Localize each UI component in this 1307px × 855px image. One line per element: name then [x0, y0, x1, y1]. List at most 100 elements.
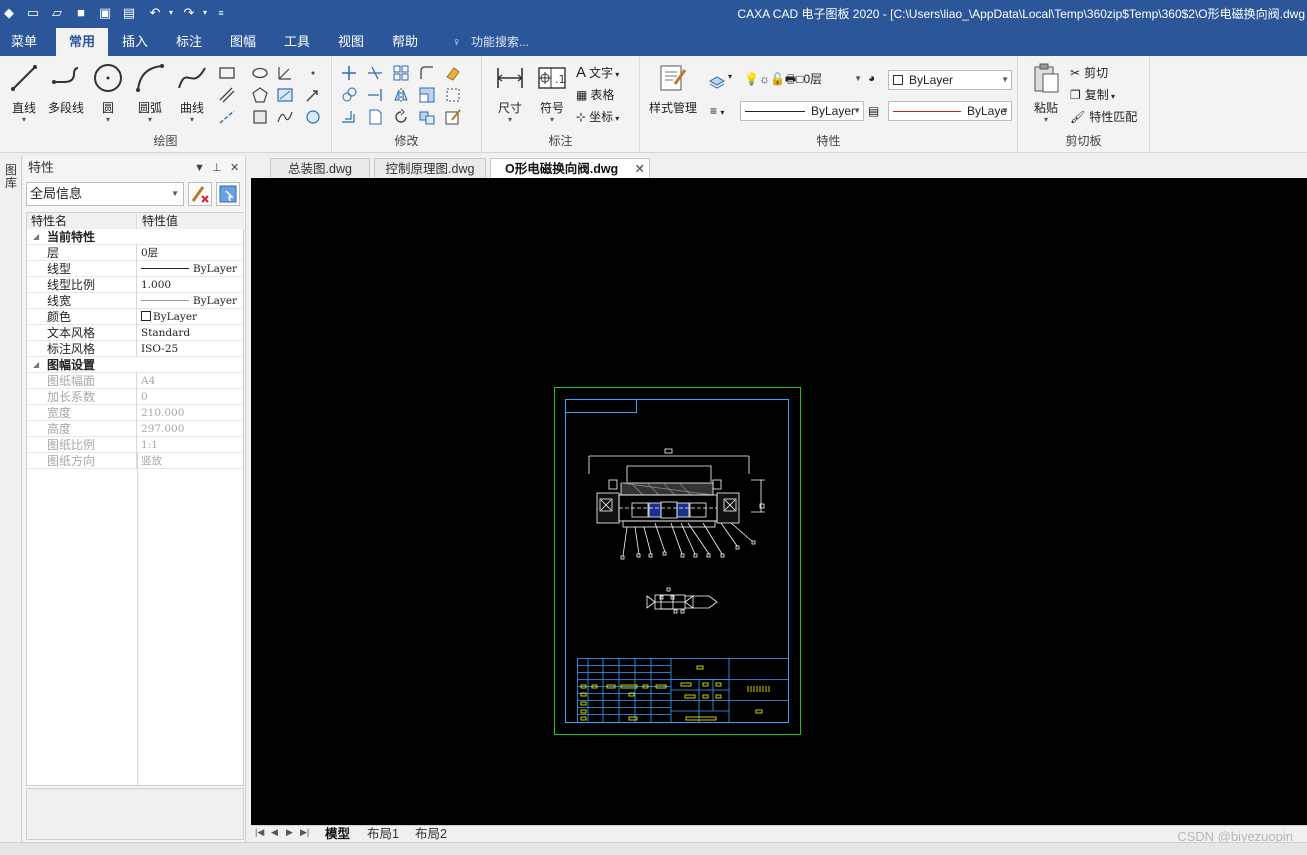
linescale-icon[interactable]: ▤ [868, 104, 879, 118]
layout-tab-model[interactable]: 模型 [325, 826, 350, 842]
rotate-icon[interactable] [392, 108, 410, 126]
next-layout-icon[interactable]: ▶ [286, 827, 293, 838]
angle-line-icon[interactable] [276, 64, 294, 82]
stretch-icon[interactable] [444, 86, 462, 104]
property-value[interactable]: 1.000 [138, 277, 244, 293]
color-wheel-icon[interactable]: ◕ [868, 71, 875, 85]
revision-cloud-icon[interactable] [304, 108, 322, 126]
new-file-icon[interactable]: ▭ [24, 3, 42, 23]
scale-icon[interactable] [418, 86, 436, 104]
property-row-layer[interactable]: 层 0层 [27, 245, 243, 261]
doc-tab-assembly[interactable]: 总装图.dwg [270, 158, 370, 178]
tab-help[interactable]: 帮助 [382, 28, 428, 56]
mirror-icon[interactable] [392, 86, 410, 104]
offset-icon[interactable] [340, 108, 358, 126]
polyline-button[interactable]: 多段线 [46, 62, 86, 115]
property-row-linetype[interactable]: 线型 ByLayer [27, 261, 243, 277]
table-tool[interactable]: ▦ 表格 [576, 86, 614, 103]
lineweight-list-icon[interactable]: ≡ ▾ [710, 104, 724, 118]
close-icon[interactable]: ✕ [635, 159, 645, 179]
section-current-properties[interactable]: ◢ 当前特性 [27, 229, 243, 245]
property-row-linetype-scale[interactable]: 线型比例 1.000 [27, 277, 243, 293]
customize-quick-access-icon[interactable]: ≡ [212, 3, 230, 23]
print-icon[interactable]: ▤ [120, 3, 138, 23]
layout-tab-layout1[interactable]: 布局1 [367, 826, 399, 842]
polygon-icon[interactable] [251, 86, 269, 104]
linetype-combo[interactable]: ByLayer ▼ [740, 101, 864, 121]
clear-selection-button[interactable] [188, 182, 212, 206]
curve-button[interactable]: 曲线 ▾ [172, 62, 212, 125]
match-properties-button[interactable]: 🖌 特性匹配 [1070, 108, 1137, 125]
section-sheet-settings[interactable]: ◢ 图幅设置 [27, 357, 243, 373]
save-icon[interactable]: ■ [72, 3, 90, 23]
property-value[interactable]: 0层 [138, 245, 244, 261]
property-value[interactable]: ByLayer [138, 309, 244, 325]
close-icon[interactable]: ✕ [230, 156, 239, 180]
property-row-dim-style[interactable]: 标注风格 ISO-25 [27, 341, 243, 357]
paste-button[interactable]: 粘贴 ▾ [1026, 62, 1066, 125]
feature-search[interactable]: ♀ 功能搜索... [452, 28, 529, 56]
layer-manager-icon[interactable] [708, 72, 726, 90]
panel-menu-icon[interactable]: ▼ [194, 156, 205, 180]
app-logo-icon[interactable]: ◆ [0, 3, 18, 23]
edit-pencil-icon[interactable] [444, 108, 462, 126]
hatch-icon[interactable] [276, 86, 294, 104]
circle-button[interactable]: 圆 ▾ [88, 62, 128, 125]
save-as-icon[interactable]: ▣ [96, 3, 114, 23]
property-row-lineweight[interactable]: 线宽 ByLayer [27, 293, 243, 309]
extend-icon[interactable] [366, 86, 384, 104]
chevron-down-icon[interactable]: ▾ [728, 72, 732, 81]
tab-insert[interactable]: 插入 [112, 28, 158, 56]
cut-button[interactable]: ✂ 剪切 [1070, 64, 1108, 81]
array-icon[interactable] [392, 64, 410, 82]
tab-menu[interactable]: 菜单 [0, 28, 48, 56]
symbol-button[interactable]: .1 符号 ▾ [532, 62, 572, 125]
line-button[interactable]: 直线 ▾ [4, 62, 44, 125]
block-icon[interactable] [251, 108, 269, 126]
arc-button[interactable]: 圆弧 ▾ [130, 62, 170, 125]
coordinate-tool[interactable]: ⊹ 坐标 ▾ [576, 108, 619, 125]
erase-icon[interactable] [444, 64, 462, 82]
move-icon[interactable] [340, 64, 358, 82]
doc-tab-schematic[interactable]: 控制原理图.dwg [374, 158, 486, 178]
quick-select-button[interactable] [216, 182, 240, 206]
tab-tools[interactable]: 工具 [274, 28, 320, 56]
doc-tab-valve[interactable]: O形电磁换向阀.dwg ✕ [490, 158, 650, 178]
property-value[interactable]: ByLayer [138, 293, 244, 309]
trim-icon[interactable] [366, 64, 384, 82]
arrow-icon[interactable] [304, 86, 322, 104]
lineweight-combo[interactable]: ByLaye ▼ [888, 101, 1012, 121]
rectangle-icon[interactable] [218, 64, 236, 82]
undo-dropdown-icon[interactable]: ▾ [162, 3, 180, 23]
library-tab[interactable]: 图库 [4, 164, 18, 190]
copy-button[interactable]: ❐ 复制 ▾ [1070, 86, 1115, 103]
property-value[interactable]: Standard [138, 325, 244, 341]
parallel-line-icon[interactable] [218, 86, 236, 104]
point-icon[interactable] [304, 64, 322, 82]
text-tool[interactable]: A 文字 ▾ [576, 64, 619, 81]
property-row-text-style[interactable]: 文本风格 Standard [27, 325, 243, 341]
open-folder-icon[interactable]: ▱ [48, 3, 66, 23]
first-layout-icon[interactable]: |◀ [255, 827, 264, 838]
layer-combo[interactable]: 💡☼🔓🖶□0层 ▼ [740, 70, 864, 90]
copy-objects-icon[interactable] [340, 86, 358, 104]
tab-sheet[interactable]: 图幅 [220, 28, 266, 56]
centerline-icon[interactable] [218, 108, 236, 126]
layout-tab-layout2[interactable]: 布局2 [415, 826, 447, 842]
tab-annotate[interactable]: 标注 [166, 28, 212, 56]
drawing-canvas[interactable] [251, 178, 1307, 825]
dimension-button[interactable]: 尺寸 ▾ [490, 62, 530, 125]
property-value[interactable]: ISO-25 [138, 341, 244, 357]
explode-icon[interactable] [418, 108, 436, 126]
style-manage-button[interactable]: 样式管理 [644, 62, 702, 115]
color-combo[interactable]: ByLayer ▼ [888, 70, 1012, 90]
fillet-icon[interactable] [418, 64, 436, 82]
tab-view[interactable]: 视图 [328, 28, 374, 56]
prev-layout-icon[interactable]: ◀ [271, 827, 278, 838]
spline-icon[interactable] [276, 108, 294, 126]
tab-home[interactable]: 常用 [56, 28, 108, 56]
ellipse-icon[interactable] [251, 64, 269, 82]
property-row-color[interactable]: 颜色 ByLayer [27, 309, 243, 325]
break-icon[interactable] [366, 108, 384, 126]
last-layout-icon[interactable]: ▶| [300, 827, 309, 838]
